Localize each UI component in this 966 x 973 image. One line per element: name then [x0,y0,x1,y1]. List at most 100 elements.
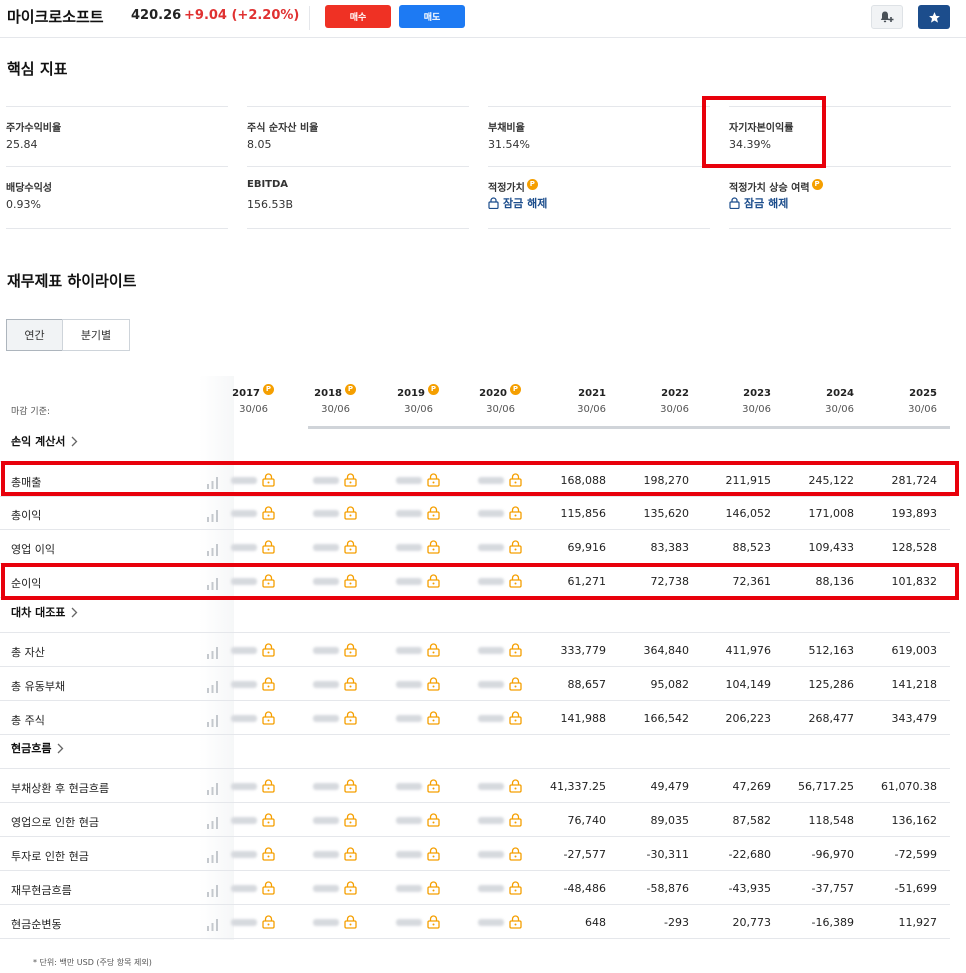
watchlist-button[interactable] [918,5,950,29]
bar-chart-icon[interactable] [206,882,219,901]
lock-icon[interactable] [344,642,357,661]
column-date: 30/06 [239,404,268,415]
blurred-value [231,817,257,824]
lock-icon[interactable] [427,914,440,933]
table-row: 투자로 인한 현금 -27,577 -30,311 -22,680 -96,970 -72… [0,837,950,871]
table-row: 총 주식 141,988 166,542 206,223 268,477 343,479 [0,701,950,735]
blurred-value [396,544,422,551]
lock-icon[interactable] [427,642,440,661]
lock-icon[interactable] [344,914,357,933]
blurred-value [478,681,504,688]
lock-icon[interactable] [509,642,522,661]
group-title[interactable]: 대차 대조표 [11,604,78,620]
lock-icon[interactable] [262,880,275,899]
lock-icon[interactable] [344,710,357,729]
bar-chart-icon[interactable] [206,848,219,867]
lock-icon[interactable] [427,539,440,558]
table-row: 부채상환 후 현금흐름 41,337.25 49,479 47,269 56,717.2… [0,769,950,803]
cell-value: 20,773 [732,916,772,929]
lock-icon[interactable] [344,812,357,831]
column-date: 30/06 [825,404,854,415]
blurred-value [478,783,504,790]
lock-icon[interactable] [427,846,440,865]
column-year: 2022 [661,388,689,399]
cell-value: 136,162 [891,814,938,827]
lock-icon[interactable] [509,846,522,865]
lock-icon[interactable] [344,880,357,899]
blurred-value [313,681,339,688]
lock-icon[interactable] [344,778,357,797]
unlock-link[interactable]: 잠금 해제 [729,195,788,211]
lock-icon[interactable] [262,778,275,797]
column-date: 30/06 [908,404,937,415]
pro-badge-icon: P [428,384,439,395]
table-row: 총 자산 333,779 364,840 411,976 512,163 619,003 [0,633,950,667]
blurred-value [313,544,339,551]
row-label: 총 유동부채 [11,680,66,693]
sell-button[interactable]: 매도 [399,5,465,28]
lock-icon[interactable] [509,710,522,729]
metrics-divider [247,228,469,229]
lock-icon[interactable] [427,676,440,695]
table-row: 영업으로 인한 현금 76,740 89,035 87,582 118,548 136,1… [0,803,950,837]
cell-value: -30,311 [646,848,689,861]
bar-chart-icon[interactable] [206,678,219,697]
lock-icon[interactable] [262,846,275,865]
column-date: 30/06 [404,404,433,415]
bar-chart-icon[interactable] [206,507,219,526]
lock-icon[interactable] [509,778,522,797]
unlock-link[interactable]: 잠금 해제 [488,195,547,211]
lock-icon[interactable] [427,505,440,524]
lock-icon[interactable] [509,880,522,899]
lock-icon[interactable] [509,914,522,933]
lock-icon[interactable] [509,505,522,524]
metric-pb-ratio: 주식 순자산 비율 8.05 [247,106,469,166]
bar-chart-icon[interactable] [206,541,219,560]
bar-chart-icon[interactable] [206,712,219,731]
table-row: 총 유동부채 88,657 95,082 104,149 125,286 141,218 [0,667,950,701]
lock-icon[interactable] [427,710,440,729]
lock-icon[interactable] [344,676,357,695]
tab-annual[interactable]: 연간 [6,319,63,351]
group-title[interactable]: 현금흐름 [11,740,64,756]
blurred-value [396,851,422,858]
bar-chart-icon[interactable] [206,780,219,799]
lock-icon[interactable] [344,505,357,524]
bar-chart-icon[interactable] [206,814,219,833]
row-label: 투자로 인한 현금 [11,850,89,863]
lock-icon[interactable] [427,880,440,899]
tab-quarterly[interactable]: 분기별 [62,319,130,351]
highlight-revenue-row [1,461,959,496]
lock-icon[interactable] [262,914,275,933]
bar-chart-icon[interactable] [206,916,219,935]
lock-icon[interactable] [344,539,357,558]
pro-badge-icon: P [811,179,823,190]
row-label: 부채상환 후 현금흐름 [11,782,110,795]
lock-icon[interactable] [262,676,275,695]
blurred-value [313,647,339,654]
lock-icon[interactable] [427,812,440,831]
cell-value: 268,477 [808,712,855,725]
lock-icon[interactable] [262,710,275,729]
bar-chart-icon[interactable] [206,644,219,663]
lock-icon[interactable] [427,778,440,797]
blurred-value [396,919,422,926]
blurred-value [231,783,257,790]
lock-icon[interactable] [262,539,275,558]
metric-fair-value-upside: 적정가치 상승 여력 P 잠금 해제 [729,166,951,226]
lock-icon[interactable] [509,812,522,831]
lock-icon[interactable] [262,642,275,661]
buy-button[interactable]: 매수 [325,5,391,28]
group-title[interactable]: 손익 계산서 [11,433,78,449]
lock-icon[interactable] [509,676,522,695]
lock-icon[interactable] [262,505,275,524]
blurred-value [231,885,257,892]
lock-icon[interactable] [262,812,275,831]
key-metrics-title: 핵심 지표 [7,60,68,78]
lock-icon[interactable] [344,846,357,865]
star-icon [928,11,940,23]
cell-value: 125,286 [808,678,855,691]
cell-value: 141,218 [891,678,938,691]
add-alert-button[interactable] [871,5,903,29]
lock-icon[interactable] [509,539,522,558]
